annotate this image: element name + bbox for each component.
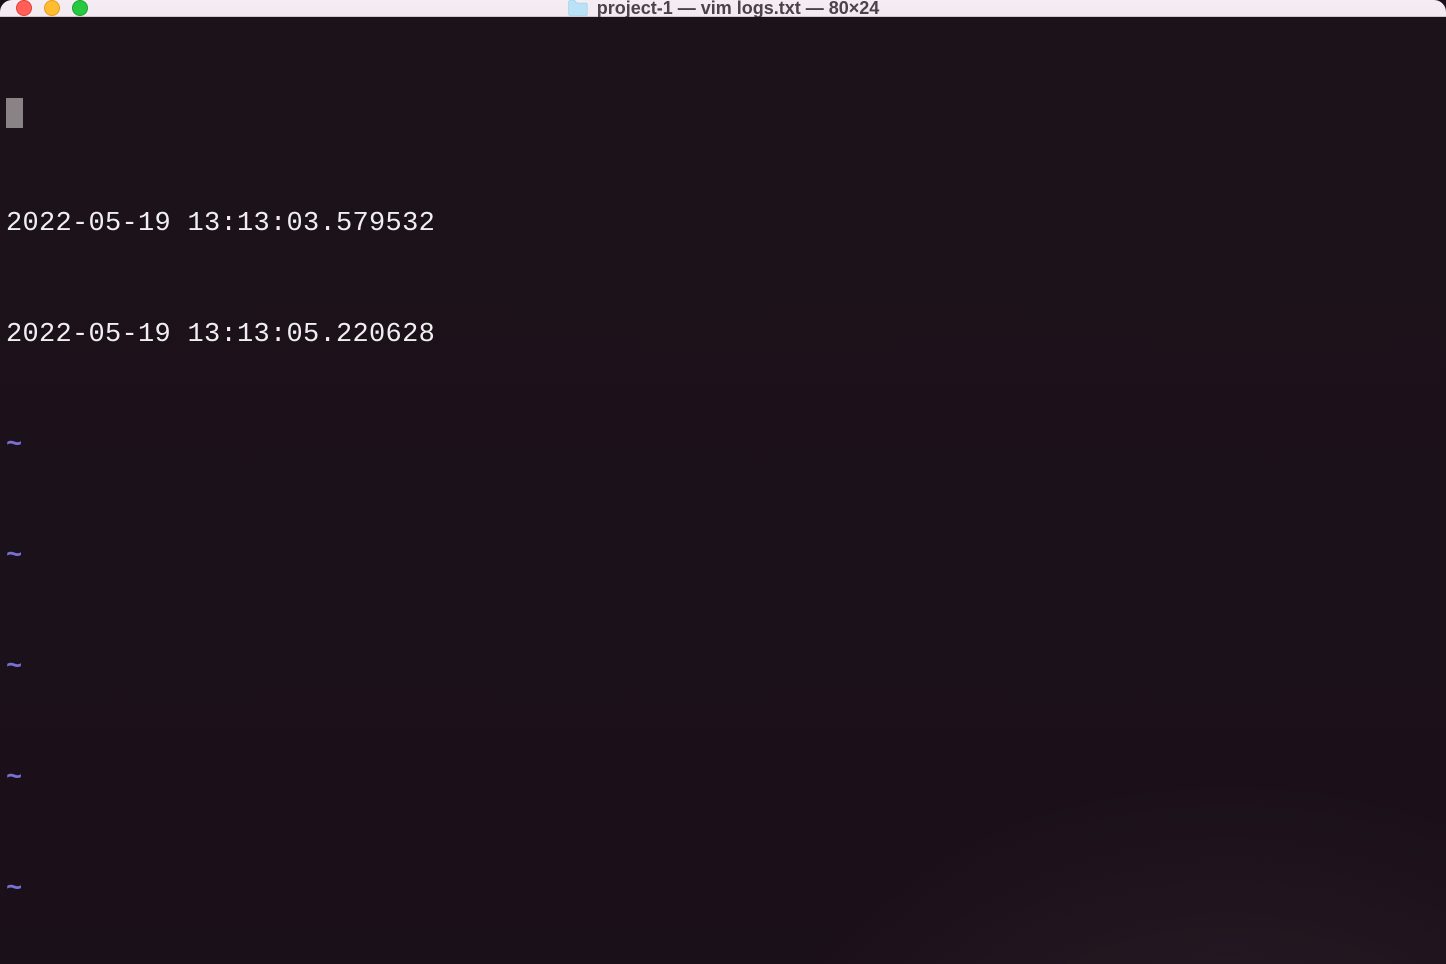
vim-tilde: ~ [6, 872, 1440, 909]
buffer-line [6, 95, 1440, 132]
terminal-content[interactable]: 2022-05-19 13:13:03.579532 2022-05-19 13… [0, 17, 1446, 964]
vim-tilde: ~ [6, 761, 1440, 798]
maximize-button[interactable] [72, 0, 88, 16]
vim-tilde: ~ [6, 539, 1440, 576]
vim-tilde: ~ [6, 650, 1440, 687]
cursor [6, 98, 23, 128]
vim-tilde: ~ [6, 428, 1440, 465]
minimize-button[interactable] [44, 0, 60, 16]
title-text: project-1 — vim logs.txt — 80×24 [597, 0, 880, 19]
buffer-line: 2022-05-19 13:13:03.579532 [6, 206, 1440, 243]
folder-icon [567, 0, 589, 17]
terminal-window: project-1 — vim logs.txt — 80×24 2022-05… [0, 0, 1446, 964]
titlebar[interactable]: project-1 — vim logs.txt — 80×24 [0, 0, 1446, 17]
window-title: project-1 — vim logs.txt — 80×24 [567, 0, 880, 19]
buffer-line: 2022-05-19 13:13:05.220628 [6, 317, 1440, 354]
close-button[interactable] [16, 0, 32, 16]
traffic-lights [16, 0, 88, 16]
